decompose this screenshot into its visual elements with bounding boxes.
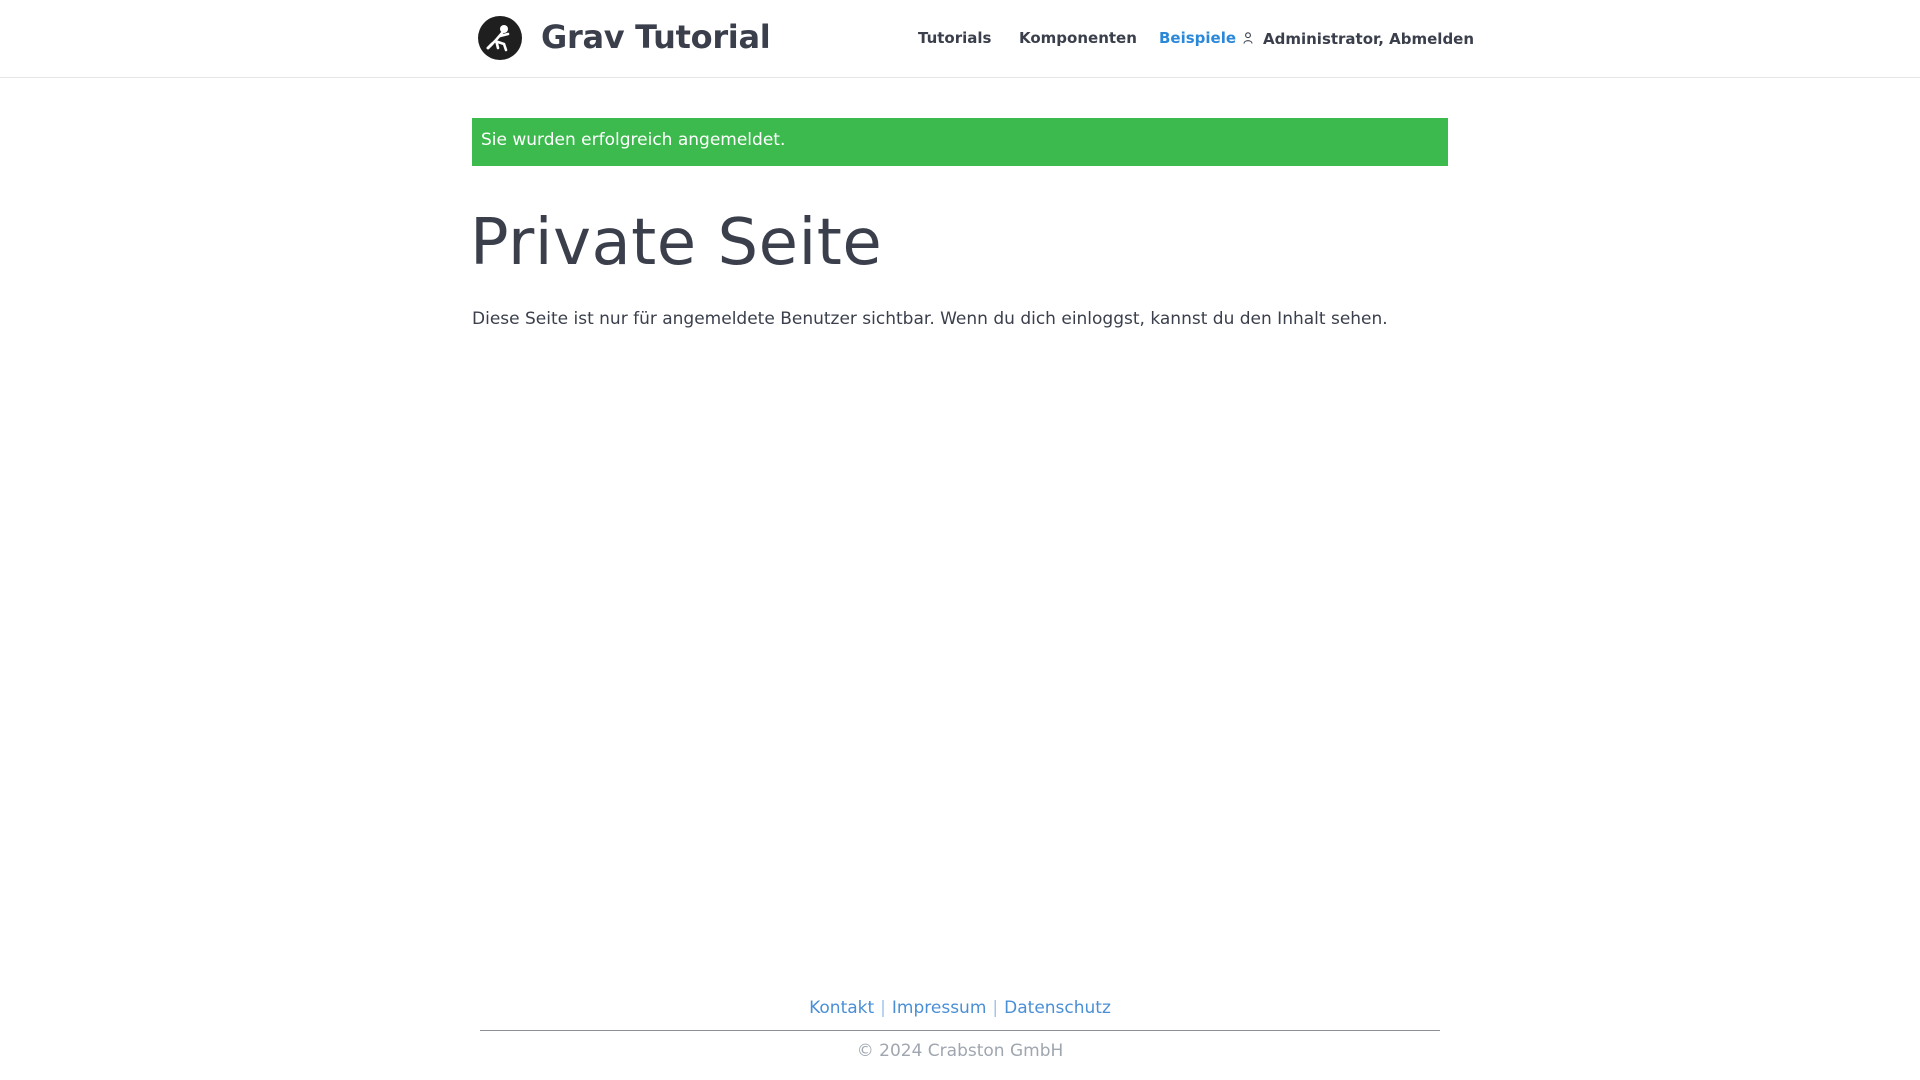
alert-message: Sie wurden erfolgreich angemeldet. (481, 130, 786, 150)
astronaut-logo-icon[interactable] (478, 16, 522, 60)
footer-link-impressum[interactable]: Impressum (892, 998, 987, 1018)
footer-link-kontakt[interactable]: Kontakt (809, 998, 874, 1018)
user-menu: Administrator, Abmelden (1263, 30, 1474, 48)
user-separator: , (1378, 30, 1390, 48)
site-header: Grav Tutorial Tutorials Komponenten Beis… (0, 0, 1920, 78)
copyright-text: © 2024 Crabston GmbH (856, 1041, 1064, 1061)
footer-separator: | (880, 998, 886, 1018)
footer-divider (480, 1030, 1440, 1031)
page-body-text: Diese Seite ist nur für angemeldete Benu… (472, 309, 1388, 329)
nav-item-komponenten[interactable]: Komponenten (1019, 29, 1137, 47)
logout-link[interactable]: Abmelden (1389, 30, 1474, 48)
nav-item-tutorials[interactable]: Tutorials (918, 29, 991, 47)
footer-links: Kontakt | Impressum | Datenschutz (0, 998, 1920, 1018)
user-name-link[interactable]: Administrator (1263, 30, 1378, 48)
nav-item-beispiele[interactable]: Beispiele (1159, 29, 1236, 47)
success-alert: Sie wurden erfolgreich angemeldet. (472, 118, 1448, 166)
footer-separator: | (992, 998, 999, 1018)
site-title[interactable]: Grav Tutorial (541, 18, 771, 56)
page-title: Private Seite (470, 206, 883, 280)
footer-link-datenschutz[interactable]: Datenschutz (1004, 998, 1111, 1018)
user-icon (1243, 32, 1253, 44)
